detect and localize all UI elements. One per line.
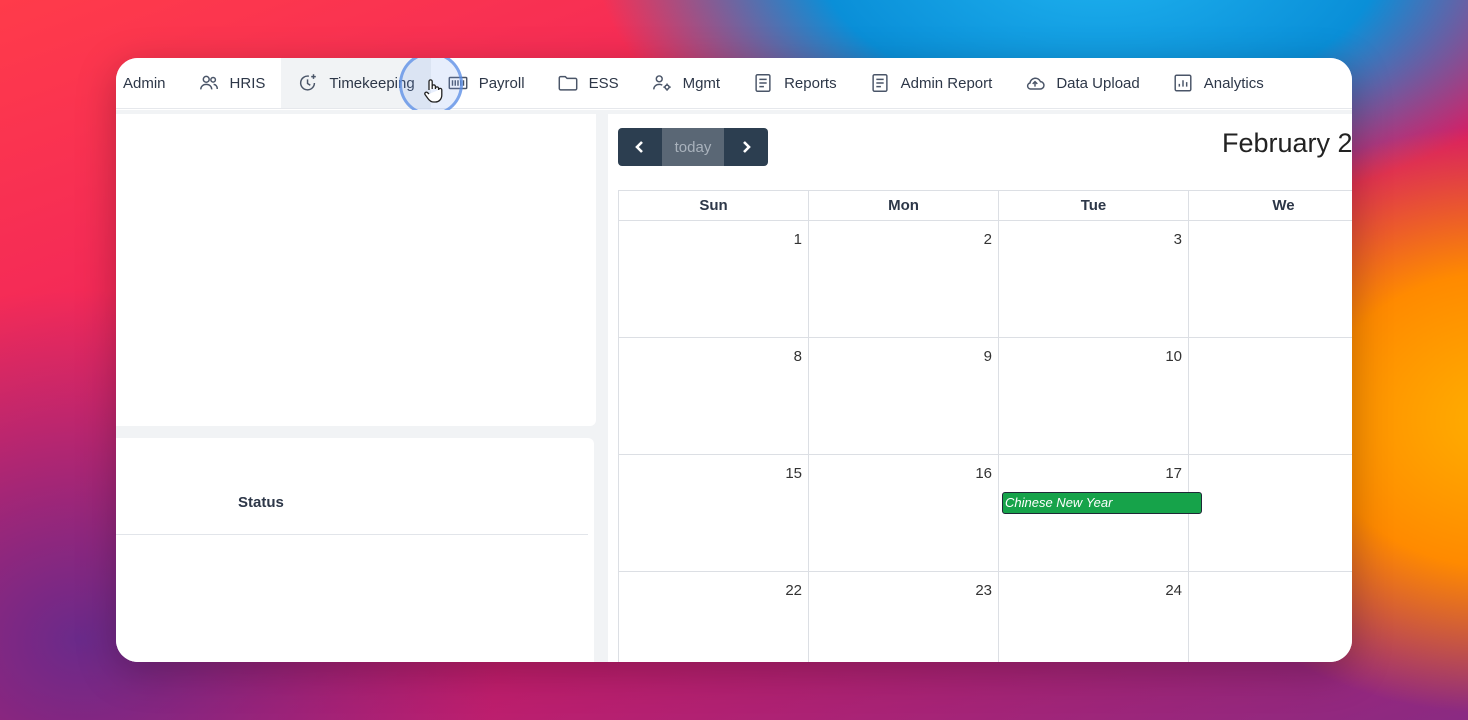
day-number: 3: [1173, 231, 1182, 248]
document-icon: [755, 74, 771, 92]
month-title: February 2: [1222, 128, 1352, 158]
main-content: Status today February 2 Sun Mon Tue We 1…: [116, 110, 1352, 662]
nav-item-timekeeping[interactable]: Timekeeping: [281, 58, 431, 108]
folder-icon: [558, 75, 578, 91]
week-row: 15 16 17 Chinese New Year: [619, 455, 1352, 572]
day-cell[interactable]: 17 Chinese New Year: [999, 455, 1202, 572]
table-divider: [116, 534, 588, 535]
day-number: 17: [1165, 465, 1182, 482]
status-column-header: Status: [238, 494, 284, 511]
app-window: Admin HRIS Timekeeping Payroll ESS Mgmt …: [116, 58, 1352, 662]
day-cell[interactable]: 1: [619, 221, 809, 338]
day-cell[interactable]: 10: [999, 338, 1189, 455]
nav-item-ess[interactable]: ESS: [541, 58, 635, 108]
day-number: 24: [1165, 582, 1182, 599]
nav-label-timekeeping: Timekeeping: [329, 74, 415, 92]
day-cell[interactable]: [1189, 572, 1352, 662]
day-cell[interactable]: 2: [809, 221, 999, 338]
nav-label-admin-report: Admin Report: [900, 74, 993, 92]
day-number: 23: [975, 582, 992, 599]
weekday-header: Tue: [999, 191, 1189, 221]
hand-pointer-icon: [424, 79, 443, 103]
week-row: 8 9 10: [619, 338, 1352, 455]
nav-item-hris[interactable]: HRIS: [182, 58, 282, 108]
day-cell[interactable]: 9: [809, 338, 999, 455]
nav-label-analytics: Analytics: [1203, 74, 1264, 92]
nav-item-reports[interactable]: Reports: [736, 58, 853, 108]
day-cell[interactable]: 3: [999, 221, 1189, 338]
day-number: 2: [983, 231, 992, 248]
day-cell[interactable]: [1189, 221, 1352, 338]
calendar-nav-buttons: today: [618, 128, 768, 166]
nav-item-payroll[interactable]: Payroll: [431, 58, 541, 108]
nav-item-analytics[interactable]: Analytics: [1156, 58, 1280, 108]
users-icon: [199, 75, 218, 90]
calendar-grid: Sun Mon Tue We 1 2 3 8 9 10 15 16 17 Chi…: [618, 190, 1352, 662]
nav-item-mgmt[interactable]: Mgmt: [635, 58, 737, 108]
nav-label-mgmt: Mgmt: [682, 74, 721, 92]
day-cell[interactable]: 8: [619, 338, 809, 455]
day-cell[interactable]: 15: [619, 455, 809, 572]
nav-label-data-upload: Data Upload: [1056, 74, 1140, 92]
chart-icon: [1174, 74, 1192, 92]
left-top-panel: [116, 114, 596, 426]
day-cell[interactable]: [1189, 338, 1352, 455]
clock-plus-icon: [300, 74, 317, 91]
chevron-right-icon: [743, 141, 751, 153]
day-number: 8: [793, 348, 802, 365]
top-nav: Admin HRIS Timekeeping Payroll ESS Mgmt …: [116, 58, 1352, 109]
day-number: 9: [983, 348, 992, 365]
week-row: 1 2 3: [619, 221, 1352, 338]
day-number: 15: [785, 465, 802, 482]
payroll-icon: [448, 76, 468, 90]
prev-month-button[interactable]: [618, 128, 662, 166]
day-cell[interactable]: 22: [619, 572, 809, 662]
document-icon: [872, 74, 888, 92]
nav-label-admin: Admin: [123, 74, 166, 92]
day-cell[interactable]: [1189, 455, 1352, 572]
nav-item-data-upload[interactable]: Data Upload: [1008, 58, 1155, 108]
weekday-header: Mon: [809, 191, 999, 221]
day-cell[interactable]: 16: [809, 455, 999, 572]
day-cell[interactable]: 24: [999, 572, 1189, 662]
today-button[interactable]: today: [662, 128, 724, 166]
nav-label-reports: Reports: [784, 74, 837, 92]
user-gear-icon: [652, 75, 671, 91]
left-bottom-panel: Status: [116, 438, 594, 662]
nav-label-ess: ESS: [588, 74, 619, 92]
weekday-header: Sun: [619, 191, 809, 221]
chevron-left-icon: [635, 141, 643, 153]
nav-label-payroll: Payroll: [478, 74, 525, 92]
calendar: today February 2 Sun Mon Tue We 1 2 3 8 …: [608, 114, 1352, 662]
nav-item-admin[interactable]: Admin: [116, 58, 182, 108]
day-number: 22: [785, 582, 802, 599]
calendar-event[interactable]: Chinese New Year: [1002, 492, 1202, 514]
day-number: 10: [1165, 348, 1182, 365]
weekday-header: We: [1189, 191, 1352, 221]
week-row: 22 23 24: [619, 572, 1352, 662]
day-cell[interactable]: 23: [809, 572, 999, 662]
nav-item-admin-report[interactable]: Admin Report: [853, 58, 1009, 108]
day-number: 16: [975, 465, 992, 482]
nav-label-hris: HRIS: [229, 74, 266, 92]
cloud-upload-icon: [1027, 77, 1045, 90]
next-month-button[interactable]: [724, 128, 768, 166]
weekday-header-row: Sun Mon Tue We: [619, 191, 1352, 221]
day-number: 1: [793, 231, 802, 248]
